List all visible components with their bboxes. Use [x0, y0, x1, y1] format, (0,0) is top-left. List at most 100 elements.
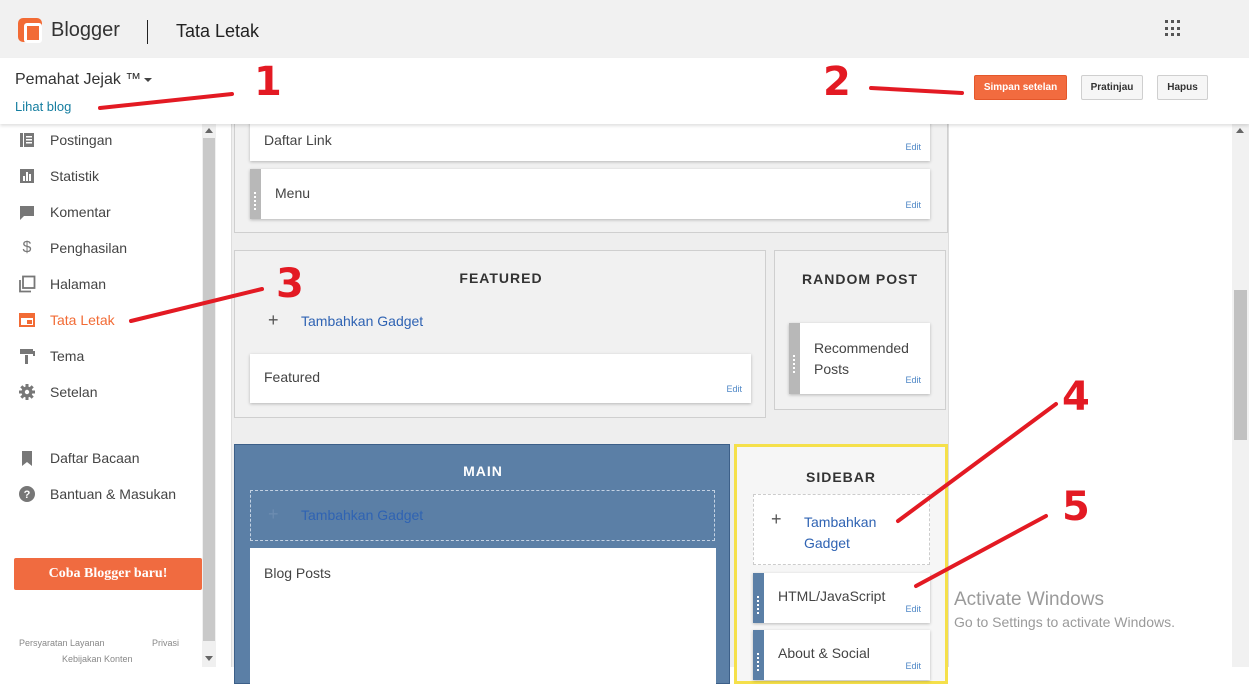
- sidebar-item-penghasilan[interactable]: $ Penghasilan: [0, 233, 202, 263]
- gear-icon: [19, 384, 35, 400]
- annotation-number-3: 3: [276, 261, 304, 307]
- annotation-number-2: 2: [823, 59, 851, 105]
- main-section: MAIN + Tambahkan Gadget Blog Posts: [234, 444, 730, 685]
- delete-button[interactable]: Hapus: [1157, 75, 1208, 100]
- edit-link[interactable]: Edit: [905, 375, 921, 385]
- plus-icon[interactable]: +: [268, 310, 279, 331]
- privacy-link[interactable]: Privasi: [152, 638, 179, 648]
- sidebar-item-tata-letak[interactable]: Tata Letak: [0, 305, 202, 335]
- blog-header-bar: Pemahat Jejak ™ Lihat blog Simpan setela…: [0, 58, 1249, 124]
- scroll-up-icon[interactable]: [1236, 128, 1244, 133]
- plus-icon[interactable]: +: [268, 504, 279, 525]
- comments-icon: [20, 206, 34, 220]
- add-gadget-dropzone[interactable]: + Tambahkan Gadget: [250, 490, 715, 541]
- sidebar-scrollbar[interactable]: [202, 124, 216, 667]
- chevron-down-icon[interactable]: [144, 78, 152, 82]
- edit-link[interactable]: Edit: [905, 661, 921, 671]
- random-post-section: RANDOM POST Recommended Posts Edit: [774, 250, 946, 410]
- annotation-number-1: 1: [254, 59, 282, 105]
- gadget-label: Daftar Link: [264, 132, 332, 148]
- gadget-label: Recommended Posts: [814, 340, 909, 377]
- page-scroll-thumb[interactable]: [1234, 290, 1247, 440]
- sidebar-item-label: Penghasilan: [50, 240, 128, 256]
- view-blog-link[interactable]: Lihat blog: [15, 99, 71, 114]
- try-new-blogger-button[interactable]: Coba Blogger baru!: [14, 558, 202, 590]
- theme-icon: [20, 349, 35, 364]
- edit-link[interactable]: Edit: [905, 200, 921, 210]
- top-bar: Blogger Tata Letak: [0, 0, 1249, 58]
- drag-handle-icon[interactable]: [753, 630, 764, 680]
- page-scrollbar[interactable]: [1232, 124, 1249, 667]
- section-title: SIDEBAR: [805, 469, 876, 485]
- drag-handle-icon[interactable]: [753, 573, 764, 623]
- scroll-down-icon[interactable]: [205, 656, 213, 661]
- sidebar-item-label: Statistik: [50, 168, 100, 184]
- scroll-up-icon[interactable]: [205, 128, 213, 133]
- gadget-label: About & Social: [778, 645, 870, 661]
- sidebar-item-halaman[interactable]: Halaman: [0, 269, 202, 299]
- pages-icon: [19, 275, 36, 293]
- annotation-number-4: 4: [1062, 374, 1090, 420]
- edit-link[interactable]: Edit: [726, 384, 742, 394]
- sidebar-item-label: Postingan: [50, 132, 113, 148]
- stats-icon: [20, 169, 34, 183]
- add-gadget-link[interactable]: Tambahkan Gadget: [301, 507, 423, 523]
- sidebar-item-label: Tata Letak: [50, 312, 115, 328]
- edit-link[interactable]: Edit: [905, 604, 921, 614]
- section-title: MAIN: [463, 463, 503, 479]
- blogger-logo-icon[interactable]: [18, 18, 42, 43]
- activation-watermark-title: Activate Windows: [954, 589, 1104, 610]
- sidebar-item-label: Halaman: [50, 276, 107, 292]
- drag-handle-icon[interactable]: [789, 323, 800, 394]
- sidebar-item-label: Setelan: [50, 384, 98, 400]
- add-gadget-link[interactable]: Tambahkan Gadget: [804, 512, 904, 554]
- sidebar-item-label: Tema: [50, 348, 85, 364]
- page-title: Tata Letak: [176, 21, 260, 41]
- gadget-label: HTML/JavaScript: [778, 588, 886, 604]
- svg-text:?: ?: [24, 489, 31, 501]
- content-policy-link[interactable]: Kebijakan Konten: [62, 654, 133, 664]
- section-title: RANDOM POST: [802, 271, 918, 287]
- posts-icon: [20, 133, 34, 147]
- sidebar-item-tema[interactable]: Tema: [0, 341, 202, 371]
- sidebar-section: SIDEBAR + Tambahkan Gadget HTML/JavaScri…: [734, 444, 948, 684]
- featured-section: FEATURED + Tambahkan Gadget Featured Edi…: [234, 250, 766, 418]
- gadget-menu[interactable]: Menu Edit: [250, 169, 930, 219]
- save-settings-button[interactable]: Simpan setelan: [974, 75, 1067, 100]
- gadget-label: Blog Posts: [264, 565, 331, 581]
- gadget-featured[interactable]: Featured Edit: [250, 354, 751, 403]
- sidebar-item-komentar[interactable]: Komentar: [0, 197, 202, 227]
- header-section: Daftar Link Edit Menu Edit: [234, 114, 948, 233]
- drag-handle-icon[interactable]: [250, 169, 261, 219]
- annotation-number-5: 5: [1062, 484, 1090, 530]
- sidebar-item-postingan[interactable]: Postingan: [0, 125, 202, 155]
- sidebar-item-label: Bantuan & Masukan: [50, 486, 177, 502]
- plus-icon[interactable]: +: [771, 509, 782, 530]
- add-gadget-link[interactable]: Tambahkan Gadget: [301, 313, 423, 329]
- sidebar-scroll-thumb[interactable]: [203, 138, 215, 641]
- sidebar-item-label: Komentar: [50, 204, 111, 220]
- sidebar-item-statistik[interactable]: Statistik: [0, 161, 202, 191]
- gadget-recommended-posts[interactable]: Recommended Posts Edit: [789, 323, 930, 394]
- layout-editor: Daftar Link Edit Menu Edit FEATURED + Ta…: [216, 114, 950, 685]
- gadget-html-javascript[interactable]: HTML/JavaScript Edit: [753, 573, 930, 623]
- layout-icon: [19, 313, 35, 327]
- sidebar-item-label: Daftar Bacaan: [50, 450, 140, 466]
- blog-selector[interactable]: Pemahat Jejak ™: [15, 71, 141, 89]
- header-divider: [147, 20, 148, 44]
- help-icon: ?: [19, 486, 35, 502]
- sidebar-item-daftar-bacaan[interactable]: Daftar Bacaan: [0, 443, 202, 473]
- gadget-blog-posts[interactable]: Blog Posts: [250, 548, 716, 685]
- preview-button[interactable]: Pratinjau: [1081, 75, 1143, 100]
- gadget-about-social[interactable]: About & Social Edit: [753, 630, 930, 680]
- brand-name[interactable]: Blogger: [51, 19, 120, 42]
- left-navigation: Postingan Statistik Komentar $ Penghasil…: [0, 124, 202, 667]
- apps-grid-icon[interactable]: [1165, 20, 1182, 37]
- edit-link[interactable]: Edit: [905, 142, 921, 152]
- add-gadget-dropzone[interactable]: + Tambahkan Gadget: [753, 494, 930, 565]
- sidebar-item-setelan[interactable]: Setelan: [0, 377, 202, 407]
- bookmark-icon: [22, 451, 32, 466]
- dollar-icon: $: [22, 239, 32, 256]
- sidebar-item-bantuan[interactable]: ? Bantuan & Masukan: [0, 479, 202, 509]
- terms-link[interactable]: Persyaratan Layanan: [19, 638, 105, 648]
